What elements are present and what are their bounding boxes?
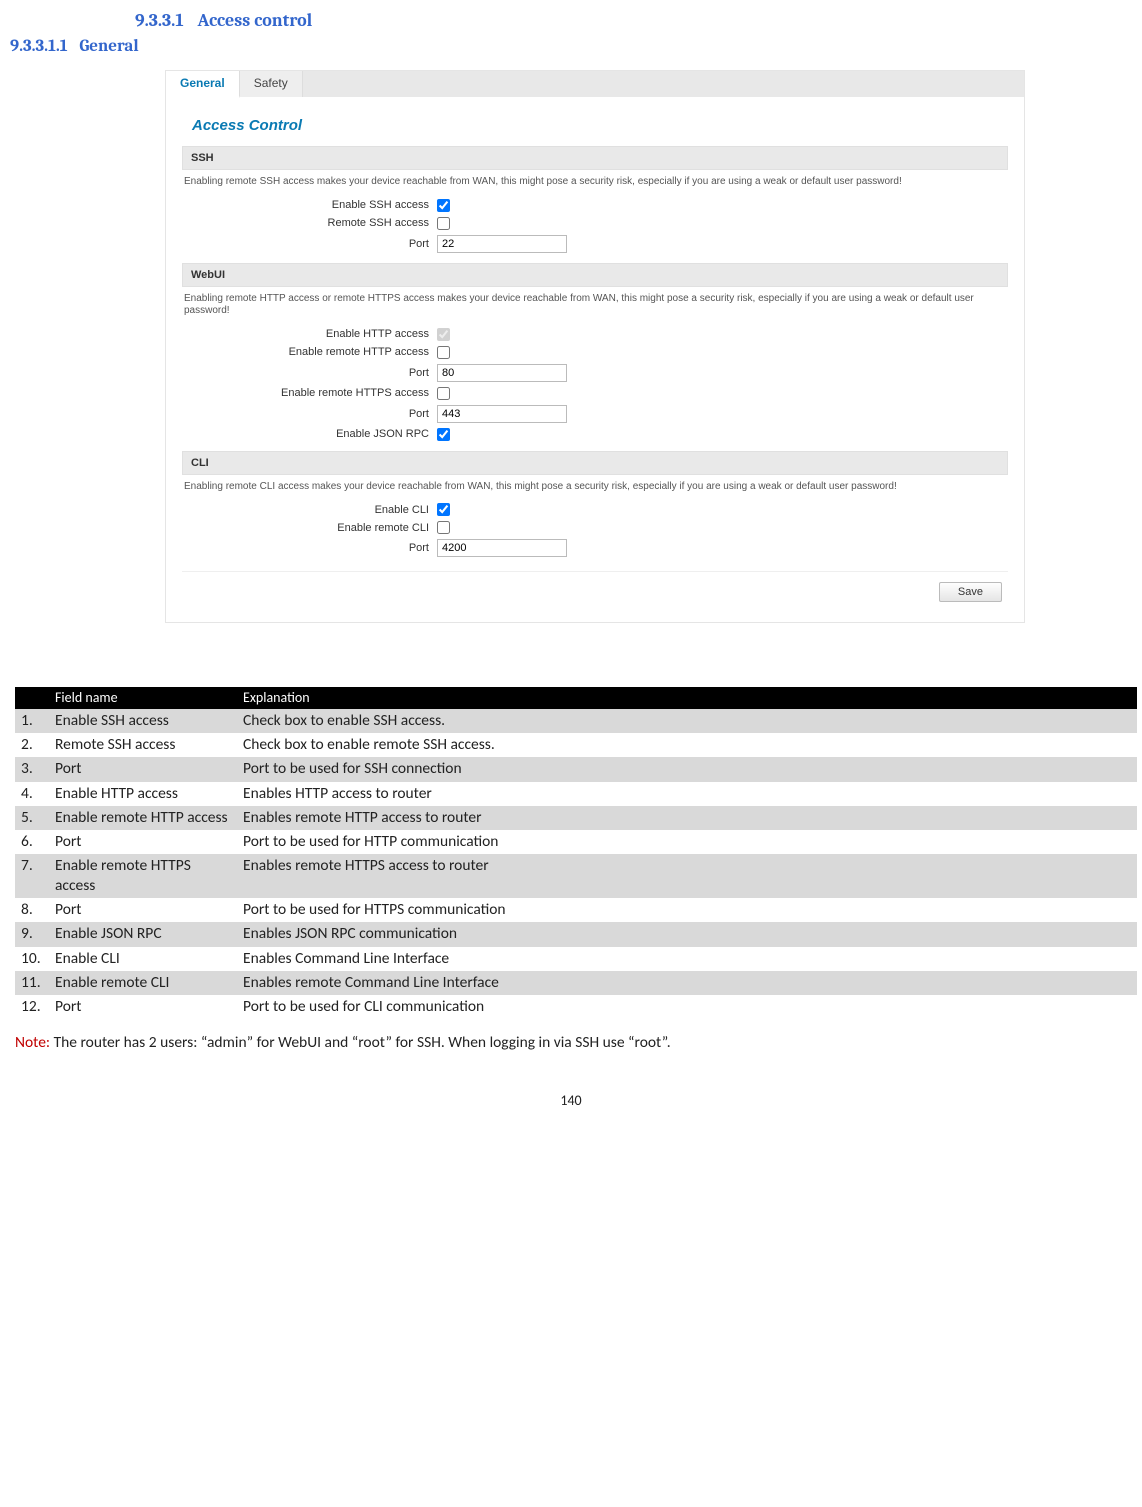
cell-name: Port: [49, 757, 237, 781]
page-number: 140: [5, 1092, 1137, 1109]
cell-explanation: Enables Command Line Interface: [237, 947, 1137, 971]
th-name: Field name: [49, 687, 237, 709]
enable-remote-cli-checkbox[interactable]: [437, 521, 450, 534]
cell-explanation: Enables remote Command Line Interface: [237, 971, 1137, 995]
cell-name: Enable JSON RPC: [49, 922, 237, 946]
cell-name: Enable remote HTTP access: [49, 806, 237, 830]
table-row: 3.PortPort to be used for SSH connection: [15, 757, 1137, 781]
note-text: Note: The router has 2 users: “admin” fo…: [15, 1033, 1137, 1052]
table-row: 9.Enable JSON RPCEnables JSON RPC commun…: [15, 922, 1137, 946]
cell-num: 12.: [15, 995, 49, 1019]
cell-explanation: Port to be used for HTTP communication: [237, 830, 1137, 854]
enable-remote-http-label: Enable remote HTTP access: [182, 346, 437, 358]
enable-remote-http-checkbox[interactable]: [437, 346, 450, 359]
cell-explanation: Port to be used for SSH connection: [237, 757, 1137, 781]
cell-explanation: Enables JSON RPC communication: [237, 922, 1137, 946]
save-button[interactable]: Save: [939, 582, 1002, 602]
cell-explanation: Enables HTTP access to router: [237, 782, 1137, 806]
cell-explanation: Port to be used for HTTPS communication: [237, 898, 1137, 922]
cell-num: 9.: [15, 922, 49, 946]
cell-name: Enable HTTP access: [49, 782, 237, 806]
section-number: 9.3.3.1: [135, 10, 184, 31]
enable-ssh-checkbox[interactable]: [437, 199, 450, 212]
th-num: [15, 687, 49, 709]
ssh-port-input[interactable]: [437, 235, 567, 253]
cell-name: Enable remote CLI: [49, 971, 237, 995]
table-row: 10.Enable CLIEnables Command Line Interf…: [15, 947, 1137, 971]
cell-num: 4.: [15, 782, 49, 806]
table-row: 7.Enable remote HTTPS accessEnables remo…: [15, 854, 1137, 898]
http-port-input[interactable]: [437, 364, 567, 382]
cell-name: Port: [49, 830, 237, 854]
table-row: 12.PortPort to be used for CLI communica…: [15, 995, 1137, 1019]
panel-title: Access Control: [192, 117, 1008, 134]
table-row: 1.Enable SSH accessCheck box to enable S…: [15, 709, 1137, 733]
ssh-header: SSH: [182, 146, 1008, 170]
cell-name: Port: [49, 898, 237, 922]
webui-header: WebUI: [182, 263, 1008, 287]
enable-cli-checkbox[interactable]: [437, 503, 450, 516]
note-body: The router has 2 users: “admin” for WebU…: [50, 1033, 671, 1052]
table-row: 6.PortPort to be used for HTTP communica…: [15, 830, 1137, 854]
cell-explanation: Enables remote HTTPS access to router: [237, 854, 1137, 898]
enable-ssh-label: Enable SSH access: [182, 199, 437, 211]
subsection-title: General: [79, 37, 138, 56]
cell-num: 7.: [15, 854, 49, 898]
cli-port-input[interactable]: [437, 539, 567, 557]
cell-explanation: Enables remote HTTP access to router: [237, 806, 1137, 830]
https-port-input[interactable]: [437, 405, 567, 423]
cell-num: 2.: [15, 733, 49, 757]
enable-jsonrpc-checkbox[interactable]: [437, 428, 450, 441]
tab-general[interactable]: General: [166, 71, 240, 98]
http-port-label: Port: [182, 367, 437, 379]
ssh-warning: Enabling remote SSH access makes your de…: [184, 176, 1006, 189]
cell-num: 5.: [15, 806, 49, 830]
cell-num: 6.: [15, 830, 49, 854]
remote-ssh-checkbox[interactable]: [437, 217, 450, 230]
cell-explanation: Check box to enable remote SSH access.: [237, 733, 1137, 757]
tab-bar: General Safety: [166, 71, 1024, 97]
note-prefix: Note:: [15, 1033, 50, 1052]
tab-safety[interactable]: Safety: [240, 71, 303, 97]
cell-name: Enable remote HTTPS access: [49, 854, 237, 898]
cell-num: 10.: [15, 947, 49, 971]
table-row: 5.Enable remote HTTP accessEnables remot…: [15, 806, 1137, 830]
webui-warning: Enabling remote HTTP access or remote HT…: [184, 293, 1006, 318]
cli-warning: Enabling remote CLI access makes your de…: [184, 481, 1006, 494]
enable-remote-https-label: Enable remote HTTPS access: [182, 387, 437, 399]
cell-explanation: Port to be used for CLI communication: [237, 995, 1137, 1019]
cli-port-label: Port: [182, 542, 437, 554]
cell-name: Port: [49, 995, 237, 1019]
enable-jsonrpc-label: Enable JSON RPC: [182, 428, 437, 440]
cell-num: 11.: [15, 971, 49, 995]
cell-name: Enable CLI: [49, 947, 237, 971]
table-row: 4.Enable HTTP accessEnables HTTP access …: [15, 782, 1137, 806]
table-row: 2.Remote SSH accessCheck box to enable r…: [15, 733, 1137, 757]
table-row: 8.PortPort to be used for HTTPS communic…: [15, 898, 1137, 922]
enable-cli-label: Enable CLI: [182, 504, 437, 516]
enable-remote-cli-label: Enable remote CLI: [182, 522, 437, 534]
fields-description-table: Field name Explanation 1.Enable SSH acce…: [15, 687, 1137, 1019]
config-panel: General Safety Access Control SSH Enabli…: [165, 70, 1025, 623]
ssh-port-label: Port: [182, 238, 437, 250]
https-port-label: Port: [182, 408, 437, 420]
enable-http-label: Enable HTTP access: [182, 328, 437, 340]
remote-ssh-label: Remote SSH access: [182, 217, 437, 229]
section-heading: 9.3.3.1 Access control: [5, 10, 1137, 31]
cli-header: CLI: [182, 451, 1008, 475]
subsection-number: 9.3.3.1.1: [10, 37, 68, 56]
cell-name: Enable SSH access: [49, 709, 237, 733]
cell-num: 1.: [15, 709, 49, 733]
subsection-heading: 9.3.3.1.1 General: [5, 37, 1137, 56]
section-title: Access control: [198, 10, 313, 31]
cell-num: 3.: [15, 757, 49, 781]
enable-http-checkbox[interactable]: [437, 328, 450, 341]
cell-num: 8.: [15, 898, 49, 922]
table-row: 11.Enable remote CLIEnables remote Comma…: [15, 971, 1137, 995]
th-expl: Explanation: [237, 687, 1137, 709]
enable-remote-https-checkbox[interactable]: [437, 387, 450, 400]
cell-name: Remote SSH access: [49, 733, 237, 757]
cell-explanation: Check box to enable SSH access.: [237, 709, 1137, 733]
